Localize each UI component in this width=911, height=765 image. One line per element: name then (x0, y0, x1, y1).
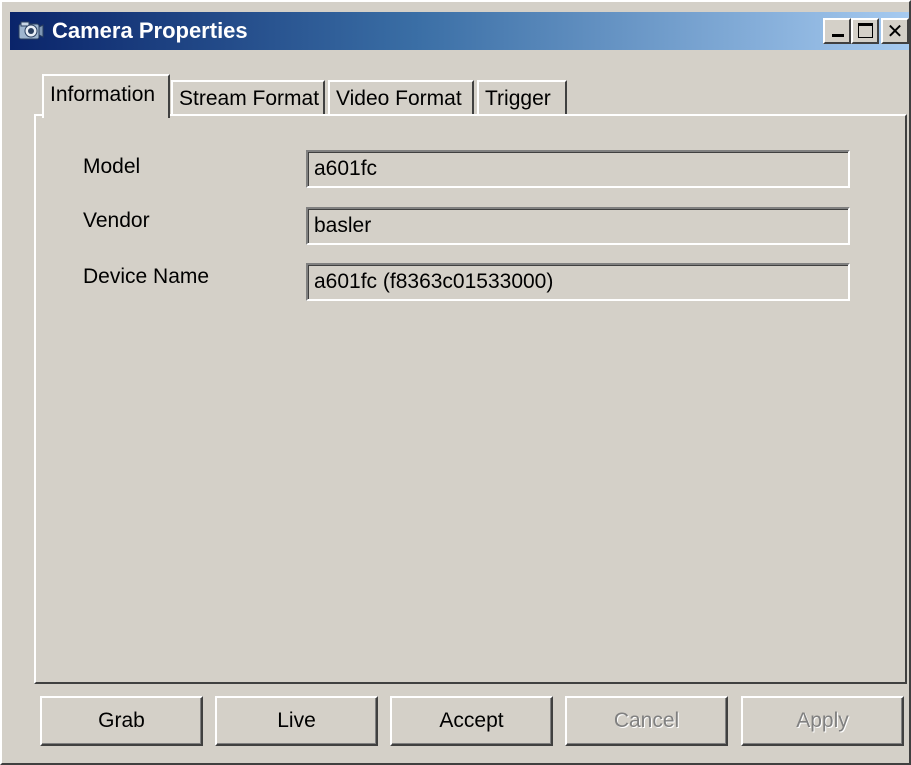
apply-button[interactable]: Apply (741, 696, 904, 746)
accept-button[interactable]: Accept (390, 696, 553, 746)
close-icon: ✕ (886, 19, 904, 43)
information-panel: Model a601fc Vendor basler Device Name a… (34, 114, 907, 684)
device-name-label: Device Name (83, 265, 210, 288)
tab-information[interactable]: Information (42, 74, 170, 118)
cancel-button[interactable]: Cancel (565, 696, 728, 746)
device-name-field[interactable]: a601fc (f8363c01533000) (306, 263, 850, 301)
model-field[interactable]: a601fc (306, 150, 850, 188)
tab-trigger[interactable]: Trigger (477, 80, 567, 116)
window-title: Camera Properties (52, 18, 248, 43)
tab-stream-format[interactable]: Stream Format (171, 80, 325, 116)
vendor-label: Vendor (83, 209, 150, 232)
close-button[interactable]: ✕ (881, 18, 909, 44)
maximize-icon (858, 23, 873, 38)
tab-video-format[interactable]: Video Format (328, 80, 474, 116)
model-label: Model (83, 155, 141, 178)
camera-icon (18, 21, 44, 40)
vendor-field[interactable]: basler (306, 207, 850, 245)
minimize-button[interactable] (823, 18, 851, 44)
grab-button[interactable]: Grab (40, 696, 203, 746)
maximize-button[interactable] (851, 18, 879, 44)
camera-properties-window: Camera Properties ✕ Information Stream F… (0, 0, 911, 765)
live-button[interactable]: Live (215, 696, 378, 746)
title-bar[interactable]: Camera Properties ✕ (10, 12, 909, 50)
minimize-icon (832, 34, 844, 37)
